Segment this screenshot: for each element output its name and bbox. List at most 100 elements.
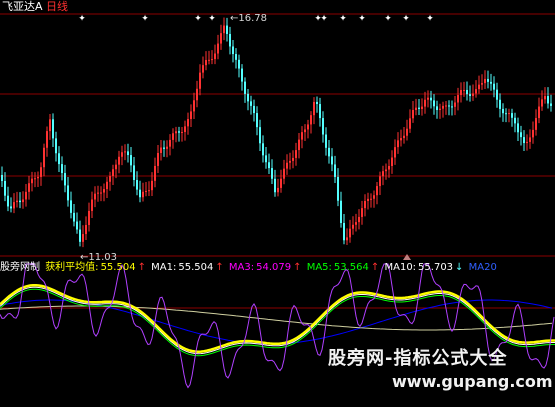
candle: [295, 142, 297, 166]
candle-body: [448, 105, 450, 107]
candle: [529, 129, 531, 149]
candle: [490, 73, 492, 91]
candle-body: [508, 113, 510, 115]
candle-body: [280, 178, 282, 188]
ma1-label: MA1:: [151, 262, 177, 273]
candle: [499, 93, 501, 118]
candle-body: [160, 147, 162, 154]
candle-body: [430, 97, 432, 101]
candle-body: [235, 54, 237, 60]
candle-body: [526, 141, 528, 144]
candle-body: [208, 59, 210, 61]
candle: [319, 97, 321, 127]
candle-body: [439, 108, 441, 110]
candle-body: [367, 198, 369, 202]
candle-body: [550, 103, 552, 106]
candle: [274, 169, 276, 197]
candle-body: [247, 93, 249, 102]
candlesticks: [1, 17, 552, 248]
candle: [148, 181, 150, 197]
candle: [523, 130, 525, 152]
candle-body: [304, 129, 306, 133]
main-value: 55.504: [100, 262, 136, 273]
candle-body: [457, 95, 459, 103]
candle: [226, 17, 228, 42]
candle-body: [316, 101, 318, 105]
candle-body: [148, 190, 150, 192]
candle-body: [253, 105, 255, 114]
candle-body: [409, 118, 411, 129]
candle-body: [298, 139, 300, 151]
candle-body: [100, 192, 102, 194]
candle: [118, 150, 120, 174]
candle: [1, 166, 3, 188]
candle: [220, 24, 222, 50]
candle-body: [10, 206, 12, 209]
candle: [532, 121, 534, 144]
ma5-label: MA5:: [306, 262, 332, 273]
candle-body: [472, 93, 474, 96]
candle: [292, 150, 294, 169]
candle: [463, 81, 465, 97]
candle-body: [31, 178, 33, 184]
candle: [514, 112, 516, 133]
candle: [70, 191, 72, 219]
candle: [412, 101, 414, 123]
candle-body: [340, 200, 342, 223]
candle: [136, 171, 138, 196]
candle: [322, 111, 324, 143]
signal-marker-icon: ✦: [78, 14, 86, 24]
candle-body: [388, 165, 390, 170]
candle: [184, 120, 186, 141]
candle: [436, 100, 438, 119]
candle-body: [121, 152, 123, 157]
candle-body: [514, 117, 516, 124]
candle: [127, 143, 129, 163]
candle-body: [124, 151, 126, 153]
signal-marker-icon: ✦: [339, 14, 347, 24]
candle-body: [34, 178, 36, 180]
candle: [262, 135, 264, 163]
chart-title: 飞亚达A 日线: [2, 0, 68, 14]
candle: [385, 163, 387, 180]
candle: [487, 70, 489, 89]
candle: [406, 119, 408, 141]
arrow-down-icon: ↓: [455, 262, 464, 273]
candle: [103, 183, 105, 202]
candle: [400, 129, 402, 147]
candle: [46, 126, 48, 157]
candle-body: [136, 179, 138, 190]
candle: [367, 192, 369, 210]
candle-body: [481, 83, 483, 85]
candle-body: [64, 173, 66, 186]
candle-body: [424, 99, 426, 107]
candle: [301, 126, 303, 149]
candle: [181, 126, 183, 142]
candle-body: [28, 183, 30, 192]
candle-body: [229, 33, 231, 47]
candle: [52, 113, 54, 147]
candle: [361, 200, 363, 225]
candle-body: [82, 234, 84, 242]
candle-body: [403, 135, 405, 139]
watermark-url: www.gupang.com: [392, 372, 553, 391]
candle-body: [499, 99, 501, 109]
candle: [304, 124, 306, 141]
candle: [550, 94, 552, 112]
candle-body: [67, 185, 69, 201]
candle-body: [259, 127, 261, 144]
candle: [310, 111, 312, 134]
stock-name: 飞亚达A: [2, 0, 43, 13]
candle: [31, 171, 33, 192]
candle-body: [463, 89, 465, 91]
candle-body: [46, 131, 48, 148]
candle-body: [211, 59, 213, 61]
candle: [331, 148, 333, 172]
candle: [133, 156, 135, 187]
profit-average-line: [0, 283, 555, 353]
candle-body: [322, 118, 324, 135]
indicator-legend: 股旁网制 获利平均值: 55.504 ↑ MA1: 55.504 ↑ MA3: 54.07…: [0, 262, 499, 274]
candle-body: [103, 189, 105, 193]
signal-marker-icon: ✦: [208, 14, 216, 24]
candle: [214, 44, 216, 65]
